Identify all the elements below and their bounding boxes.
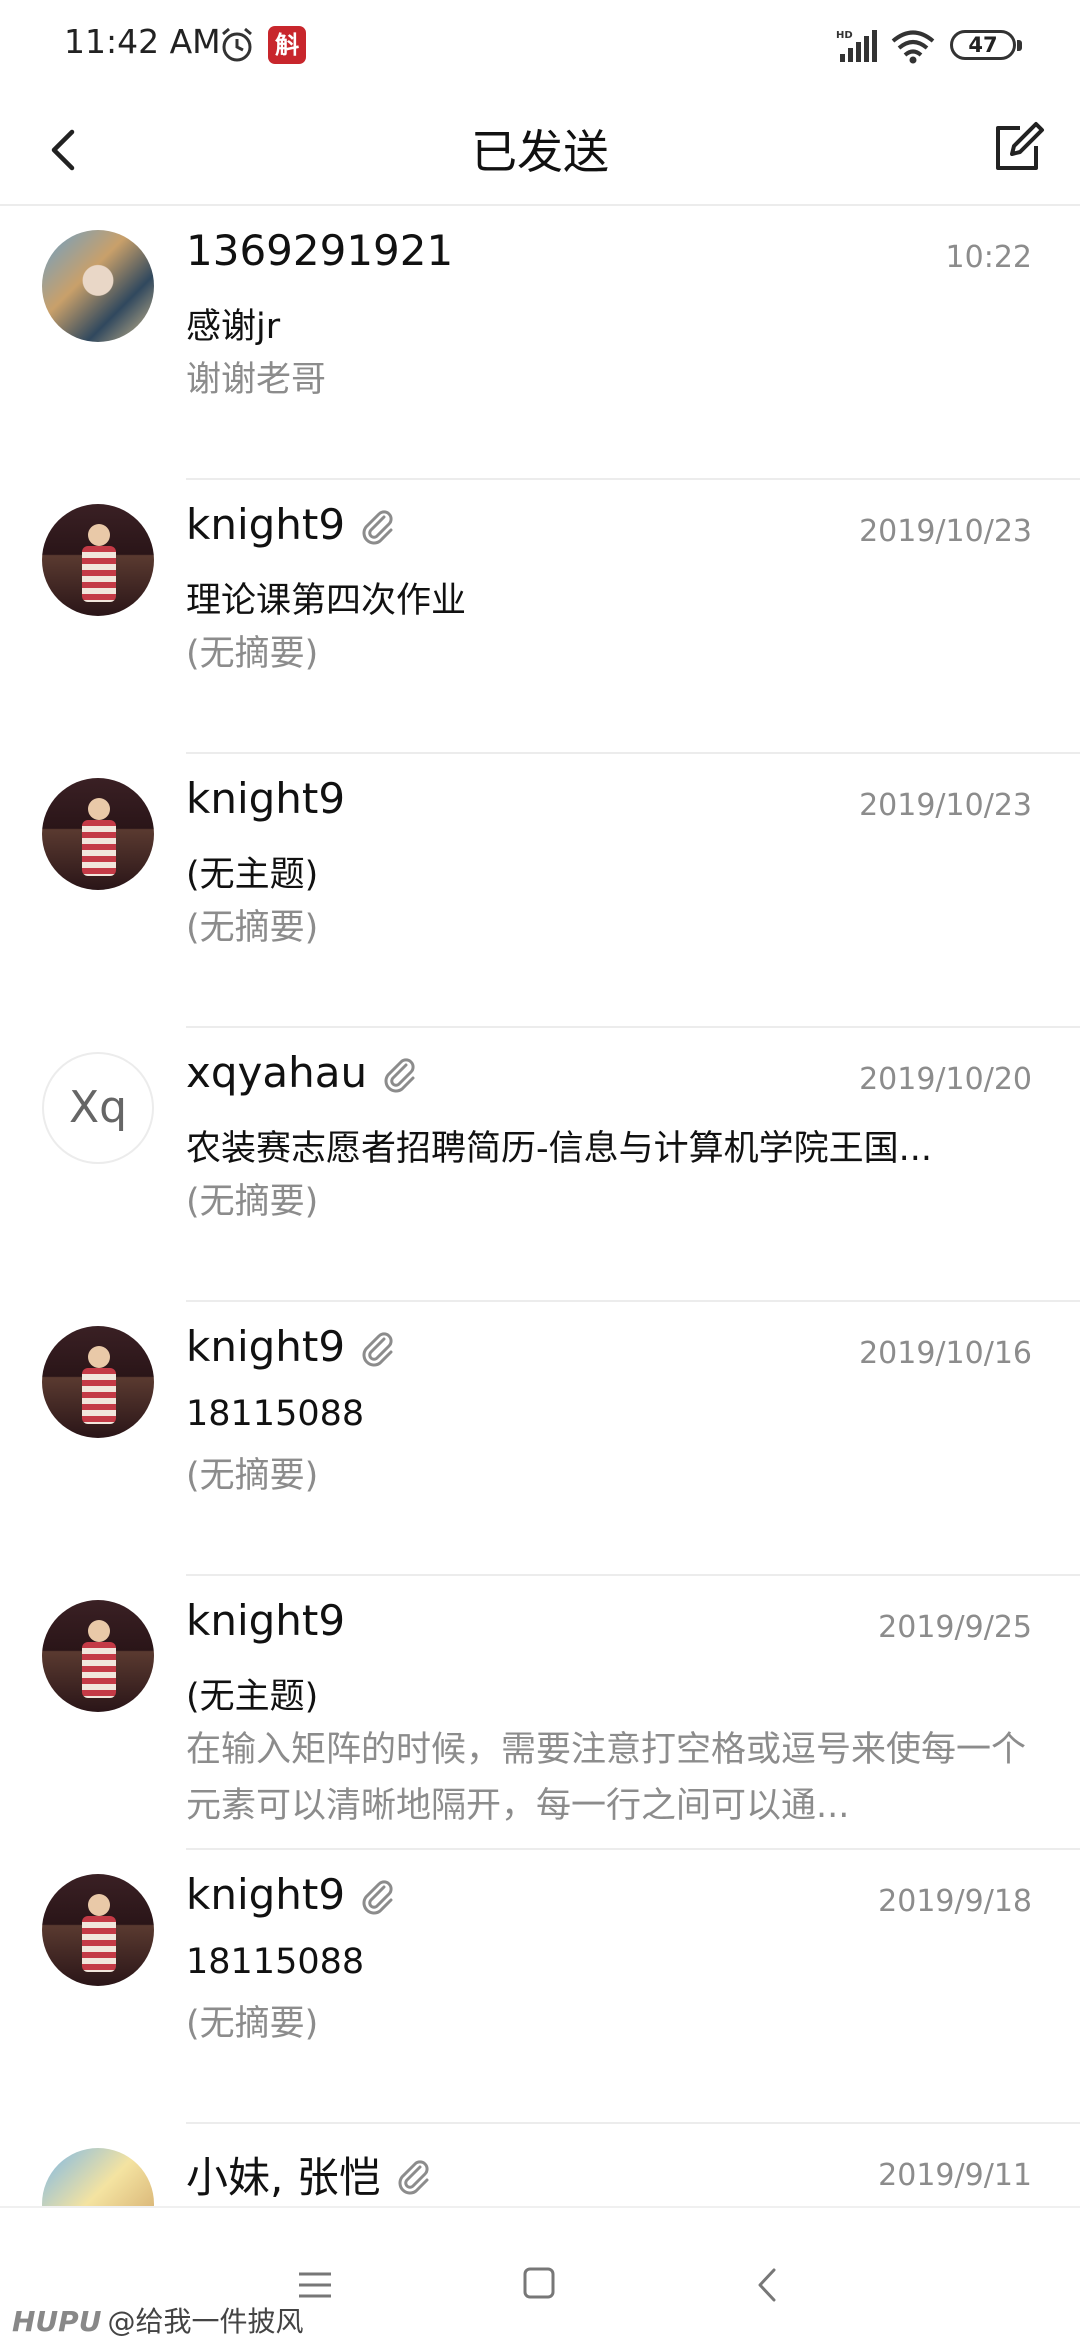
message-date: 2019/10/23 <box>859 788 1032 823</box>
avatar <box>42 230 154 342</box>
message-row[interactable]: 1369291921 10:22 感谢jr 谢谢老哥 <box>0 206 1080 480</box>
message-snippet: (无摘要) <box>186 1182 319 1222</box>
message-date: 2019/9/18 <box>878 1884 1032 1919</box>
avatar <box>42 778 154 890</box>
message-subject: 18115088 <box>186 1394 365 1434</box>
status-bar: 11:42 AM 斛 HD 47 <box>0 0 1080 96</box>
message-date: 2019/10/16 <box>859 1336 1032 1371</box>
sender-name: 1369291921 <box>186 226 454 275</box>
message-subject: 感谢jr <box>186 307 281 347</box>
avatar <box>42 2148 154 2206</box>
avatar <box>42 504 154 616</box>
status-time: 11:42 AM <box>64 22 221 61</box>
watermark-brand: HUPU <box>12 2305 102 2338</box>
avatar <box>42 1326 154 1438</box>
message-row[interactable]: knight9 2019/9/18 18115088 (无摘要) <box>0 1850 1080 2124</box>
message-subject: 农装赛志愿者招聘简历-信息与计算机学院王国... <box>186 1129 933 1169</box>
message-date: 2019/10/20 <box>859 1062 1032 1097</box>
watermark: HUPU @给我一件披风 <box>12 2300 303 2340</box>
message-date: 2019/9/11 <box>878 2158 1032 2193</box>
message-date: 2019/10/23 <box>859 514 1032 549</box>
message-snippet: (无摘要) <box>186 634 319 674</box>
message-date: 2019/9/25 <box>878 1610 1032 1645</box>
message-subject: (无主题) <box>186 1677 319 1717</box>
sender-name: knight9 <box>186 1322 397 1371</box>
watermark-text: @给我一件披风 <box>107 2305 304 2338</box>
menu-icon[interactable] <box>296 2270 334 2300</box>
message-row[interactable]: Xq xqyahau 2019/10/20 农装赛志愿者招聘简历-信息与计算机学… <box>0 1028 1080 1302</box>
attachment-icon <box>384 1057 415 1092</box>
message-snippet: 在输入矩阵的时候，需要注意打空格或逗号来使每一个元素可以清晰地隔开，每一行之间可… <box>186 1730 1027 1826</box>
sender-name: 小妹, 张恺 <box>186 2144 433 2205</box>
message-snippet: (无摘要) <box>186 2004 319 2044</box>
battery-icon: 47 <box>950 30 1022 60</box>
sender-name: knight9 <box>186 774 346 823</box>
message-date: 10:22 <box>945 240 1032 275</box>
message-subject: 18115088 <box>186 1942 365 1982</box>
avatar <box>42 1874 154 1986</box>
attachment-icon <box>362 1879 393 1914</box>
avatar <box>42 1600 154 1712</box>
message-row[interactable]: knight9 2019/10/16 18115088 (无摘要) <box>0 1302 1080 1576</box>
message-snippet: (无摘要) <box>186 908 319 948</box>
message-subject: (无主题) <box>186 855 319 895</box>
sender-name: knight9 <box>186 1596 346 1645</box>
alarm-icon <box>222 27 252 62</box>
back-icon[interactable] <box>754 2266 780 2304</box>
svg-text:HD: HD <box>836 30 853 41</box>
sender-name: knight9 <box>186 500 397 549</box>
message-snippet: (无摘要) <box>186 1456 319 1496</box>
message-row[interactable]: knight9 2019/10/23 理论课第四次作业 (无摘要) <box>0 480 1080 754</box>
message-snippet: 谢谢老哥 <box>186 360 327 400</box>
message-row[interactable]: knight9 2019/10/23 (无主题) (无摘要) <box>0 754 1080 1028</box>
home-icon[interactable] <box>522 2266 556 2300</box>
attachment-icon <box>362 509 393 544</box>
avatar: Xq <box>42 1052 154 1164</box>
message-list: 1369291921 10:22 感谢jr 谢谢老哥 knight9 2019/… <box>0 206 1080 2206</box>
wifi-icon <box>891 30 935 64</box>
attachment-icon <box>398 2159 429 2194</box>
page-title: 已发送 <box>471 125 609 179</box>
app-header: 已发送 <box>0 96 1080 206</box>
compose-icon[interactable] <box>986 116 1048 180</box>
sender-name: knight9 <box>186 1870 397 1919</box>
attachment-icon <box>362 1331 393 1366</box>
message-row[interactable]: 小妹, 张恺 2019/9/11 <box>0 2124 1080 2206</box>
app-notification-icon: 斛 <box>268 26 306 64</box>
message-row[interactable]: knight9 2019/9/25 (无主题) 在输入矩阵的时候，需要注意打空格… <box>0 1576 1080 1850</box>
message-subject: 理论课第四次作业 <box>186 581 467 621</box>
hd-signal-icon: HD <box>836 30 877 62</box>
sender-name: xqyahau <box>186 1048 419 1097</box>
